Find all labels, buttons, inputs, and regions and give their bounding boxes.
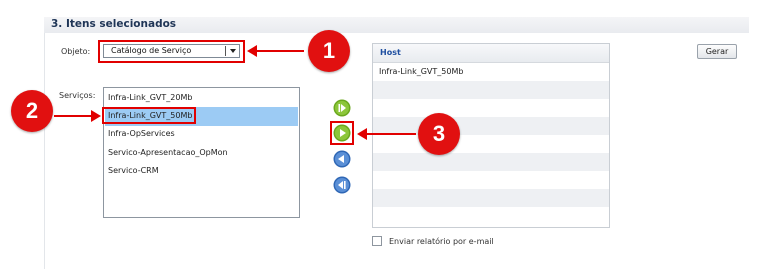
host-column-title: Host [380,48,401,57]
section-title: 3. Itens selecionados [51,18,177,30]
list-item[interactable]: Infra-OpServices [105,125,298,144]
host-table-header[interactable]: Host [373,44,609,63]
highlight-box-add [330,121,354,145]
callout-arrow-line [366,133,416,135]
add-all-icon[interactable] [333,99,351,117]
gerar-button[interactable]: Gerar [697,44,737,59]
callout-arrow-line [256,50,304,52]
host-table: Host Infra-Link_GVT_50Mb [372,43,610,228]
servicos-label: Serviços: [59,91,96,100]
callout-badge: 1 [308,30,350,72]
callout-badge: 2 [11,90,53,132]
remove-all-icon[interactable] [333,176,351,194]
table-row[interactable] [373,171,609,189]
table-row[interactable] [373,153,609,171]
section-border [44,33,45,269]
table-row[interactable] [373,189,609,207]
list-item[interactable]: Infra-Link_GVT_20Mb [105,89,298,108]
callout-badge: 3 [418,113,460,155]
callout-arrow-line [54,115,92,117]
list-item[interactable]: Servico-Apresentacao_OpMon [105,144,298,163]
callout-arrowhead-icon [247,45,257,57]
table-row[interactable] [373,99,609,117]
table-row[interactable]: Infra-Link_GVT_50Mb [373,63,609,81]
remove-selected-icon[interactable] [333,150,351,168]
table-row[interactable] [373,81,609,99]
table-row[interactable] [373,207,609,225]
objeto-label: Objeto: [61,47,91,56]
section-header: 3. Itens selecionados [44,17,749,33]
highlight-box-service [102,107,196,124]
callout-arrowhead-icon [91,110,101,122]
callout-arrowhead-icon [357,128,367,140]
highlight-box-objeto [98,40,245,63]
email-checkbox-label: Enviar relatório por e-mail [389,237,494,246]
email-checkbox[interactable] [372,236,382,246]
list-item[interactable]: Servico-CRM [105,162,298,181]
table-row[interactable] [373,135,609,153]
